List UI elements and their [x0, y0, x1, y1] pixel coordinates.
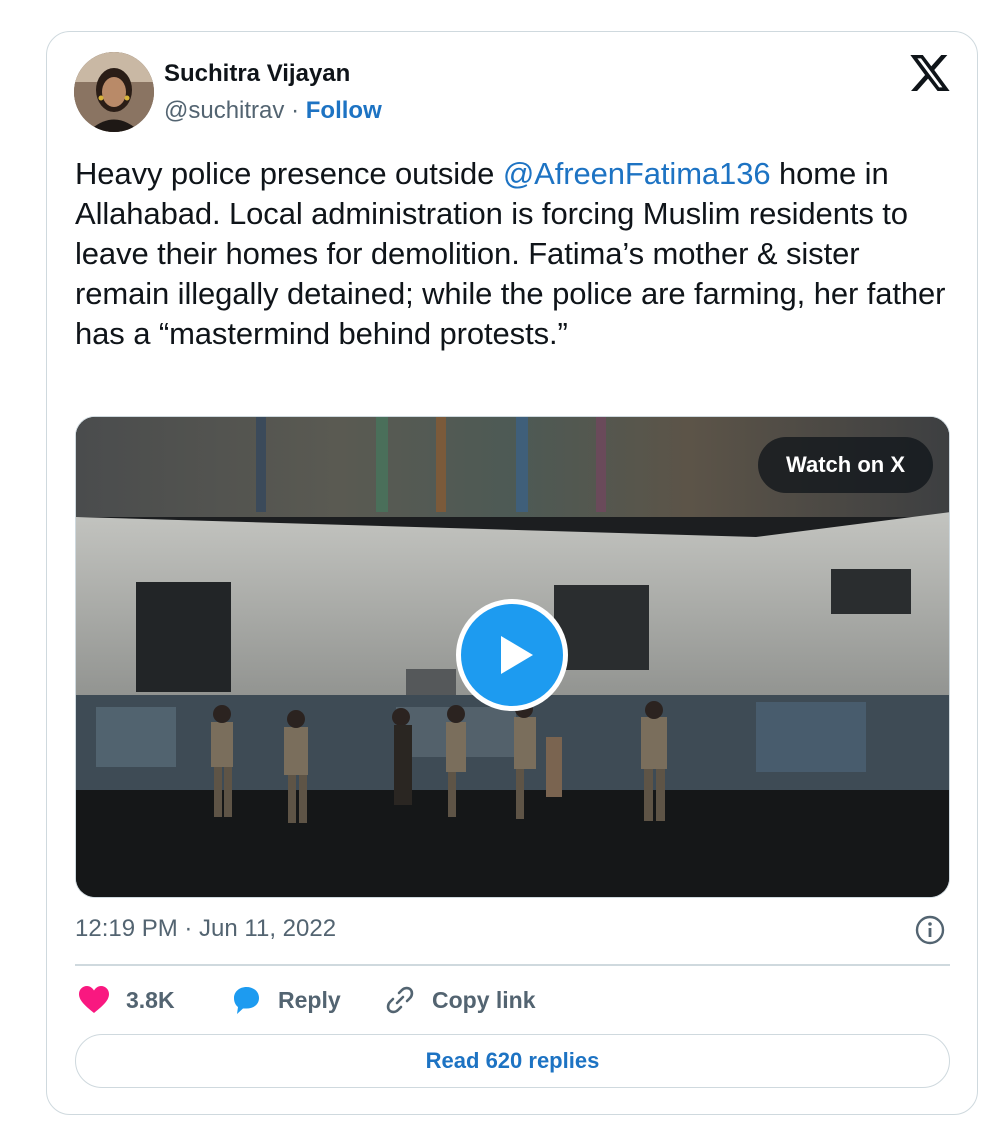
heart-icon [79, 986, 109, 1013]
separator-dot: · [291, 97, 300, 124]
x-logo-icon[interactable] [910, 55, 950, 91]
tweet-text: Heavy police presence outside @AfreenFat… [75, 154, 950, 354]
avatar[interactable] [74, 52, 154, 132]
read-replies-button[interactable]: Read 620 replies [75, 1034, 950, 1088]
author-handle[interactable]: @suchitrav [164, 97, 284, 124]
link-icon [386, 986, 414, 1014]
author-name[interactable]: Suchitra Vijayan [164, 60, 350, 88]
reply-label: Reply [278, 986, 341, 1013]
play-icon [501, 636, 533, 674]
video-media[interactable]: Watch on X [75, 416, 950, 898]
tweet-text-before: Heavy police presence outside [75, 156, 503, 191]
author-handle-row: @suchitrav · Follow [164, 97, 382, 125]
like-button[interactable]: 3.8K [78, 982, 175, 1018]
tweet-timestamp[interactable]: 12:19 PM · Jun 11, 2022 [75, 915, 336, 943]
play-button[interactable] [456, 599, 568, 711]
mention-link[interactable]: @AfreenFatima136 [503, 156, 771, 191]
copy-link-button[interactable]: Copy link [384, 982, 536, 1018]
copy-link-label: Copy link [432, 986, 536, 1013]
info-icon[interactable] [914, 914, 946, 946]
divider [75, 964, 950, 966]
follow-button[interactable]: Follow [306, 97, 382, 124]
watch-on-x-button[interactable]: Watch on X [758, 437, 933, 493]
reply-button[interactable]: Reply [230, 982, 341, 1018]
reply-bubble-icon [234, 987, 259, 1014]
like-count: 3.8K [126, 986, 175, 1013]
avatar-image [74, 52, 154, 132]
